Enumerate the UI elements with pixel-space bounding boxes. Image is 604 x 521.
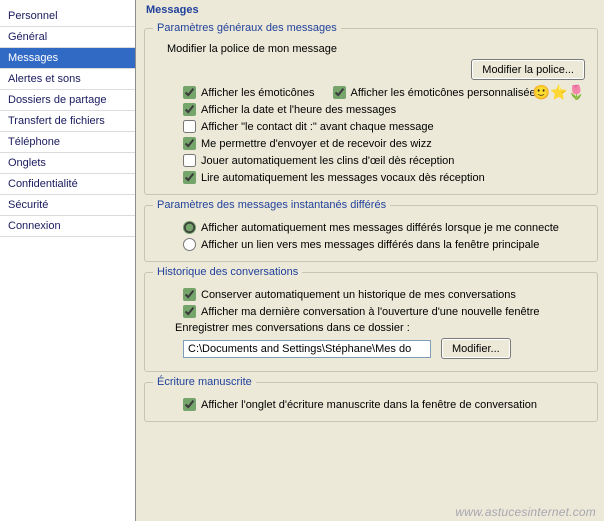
checkbox-allow-wizz-label: Me permettre d'envoyer et de recevoir de… (201, 138, 432, 150)
watermark-url: www.astucesinternet.com (455, 505, 596, 519)
checkbox-handwriting-tab[interactable]: Afficher l'onglet d'écriture manuscrite … (183, 398, 537, 411)
emoticon-preview-icons: 🙂⭐🌷 (533, 84, 585, 101)
radio-deferred-auto-label: Afficher automatiquement mes messages di… (201, 222, 559, 234)
sidebar-item-personnel[interactable]: Personnel (0, 6, 135, 27)
checkbox-keep-history-label: Conserver automatiquement un historique … (201, 289, 516, 301)
checkbox-autoread-voice-input[interactable] (183, 171, 196, 184)
checkbox-show-last-convo[interactable]: Afficher ma dernière conversation à l'ou… (183, 305, 539, 318)
checkbox-show-last-convo-label: Afficher ma dernière conversation à l'ou… (201, 306, 539, 318)
checkbox-keep-history-input[interactable] (183, 288, 196, 301)
group-handwriting: Écriture manuscrite Afficher l'onglet d'… (144, 376, 598, 422)
group-general-message-settings: Paramètres généraux des messages Modifie… (144, 22, 598, 195)
checkbox-keep-history[interactable]: Conserver automatiquement un historique … (183, 288, 516, 301)
checkbox-show-custom-emoticons-label: Afficher les émoticônes personnalisées (351, 87, 542, 99)
checkbox-show-last-convo-input[interactable] (183, 305, 196, 318)
group-general-legend: Paramètres généraux des messages (153, 22, 341, 34)
checkbox-show-custom-emoticons[interactable]: Afficher les émoticônes personnalisées (333, 86, 542, 99)
sidebar-item-dossiers-partage[interactable]: Dossiers de partage (0, 90, 135, 111)
checkbox-autoread-voice[interactable]: Lire automatiquement les messages vocaux… (183, 171, 485, 184)
sidebar: Personnel Général Messages Alertes et so… (0, 0, 136, 521)
sidebar-item-securite[interactable]: Sécurité (0, 195, 135, 216)
checkbox-allow-wizz[interactable]: Me permettre d'envoyer et de recevoir de… (183, 137, 432, 150)
checkbox-show-emoticons[interactable]: Afficher les émoticônes (183, 86, 315, 99)
checkbox-show-datetime[interactable]: Afficher la date et l'heure des messages (183, 103, 396, 116)
radio-deferred-auto[interactable]: Afficher automatiquement mes messages di… (183, 221, 559, 234)
radio-deferred-link-label: Afficher un lien vers mes messages diffé… (201, 239, 539, 251)
radio-deferred-link-input[interactable] (183, 238, 196, 251)
modify-font-button[interactable]: Modifier la police... (471, 59, 585, 80)
checkbox-handwriting-tab-input[interactable] (183, 398, 196, 411)
checkbox-show-datetime-input[interactable] (183, 103, 196, 116)
history-folder-path[interactable] (183, 340, 431, 358)
checkbox-show-emoticons-label: Afficher les émoticônes (201, 87, 315, 99)
sidebar-item-connexion[interactable]: Connexion (0, 216, 135, 237)
group-deferred-legend: Paramètres des messages instantanés diff… (153, 199, 390, 211)
sidebar-item-messages[interactable]: Messages (0, 48, 135, 69)
group-history: Historique des conversations Conserver a… (144, 266, 598, 372)
checkbox-autoread-voice-label: Lire automatiquement les messages vocaux… (201, 172, 485, 184)
checkbox-show-contact-says-input[interactable] (183, 120, 196, 133)
checkbox-show-emoticons-input[interactable] (183, 86, 196, 99)
checkbox-autoplay-winks[interactable]: Jouer automatiquement les clins d'œil dè… (183, 154, 454, 167)
radio-deferred-auto-input[interactable] (183, 221, 196, 234)
checkbox-show-custom-emoticons-input[interactable] (333, 86, 346, 99)
checkbox-autoplay-winks-input[interactable] (183, 154, 196, 167)
checkbox-autoplay-winks-label: Jouer automatiquement les clins d'œil dè… (201, 155, 454, 167)
font-label: Modifier la police de mon message (167, 43, 589, 55)
content-panel: Messages Paramètres généraux des message… (136, 0, 604, 521)
sidebar-item-transfert-fichiers[interactable]: Transfert de fichiers (0, 111, 135, 132)
checkbox-allow-wizz-input[interactable] (183, 137, 196, 150)
sidebar-item-general[interactable]: Général (0, 27, 135, 48)
checkbox-show-datetime-label: Afficher la date et l'heure des messages (201, 104, 396, 116)
checkbox-handwriting-tab-label: Afficher l'onglet d'écriture manuscrite … (201, 399, 537, 411)
sidebar-item-telephone[interactable]: Téléphone (0, 132, 135, 153)
sidebar-item-onglets[interactable]: Onglets (0, 153, 135, 174)
radio-deferred-link[interactable]: Afficher un lien vers mes messages diffé… (183, 238, 539, 251)
group-deferred-messages: Paramètres des messages instantanés diff… (144, 199, 598, 262)
checkbox-show-contact-says[interactable]: Afficher "le contact dit :" avant chaque… (183, 120, 434, 133)
history-folder-label: Enregistrer mes conversations dans ce do… (175, 322, 589, 334)
checkbox-show-contact-says-label: Afficher "le contact dit :" avant chaque… (201, 121, 434, 133)
sidebar-item-confidentialite[interactable]: Confidentialité (0, 174, 135, 195)
group-history-legend: Historique des conversations (153, 266, 302, 278)
sidebar-item-alertes[interactable]: Alertes et sons (0, 69, 135, 90)
group-handwriting-legend: Écriture manuscrite (153, 376, 256, 388)
page-title: Messages (146, 4, 598, 16)
change-folder-button[interactable]: Modifier... (441, 338, 511, 359)
options-window: Personnel Général Messages Alertes et so… (0, 0, 604, 521)
